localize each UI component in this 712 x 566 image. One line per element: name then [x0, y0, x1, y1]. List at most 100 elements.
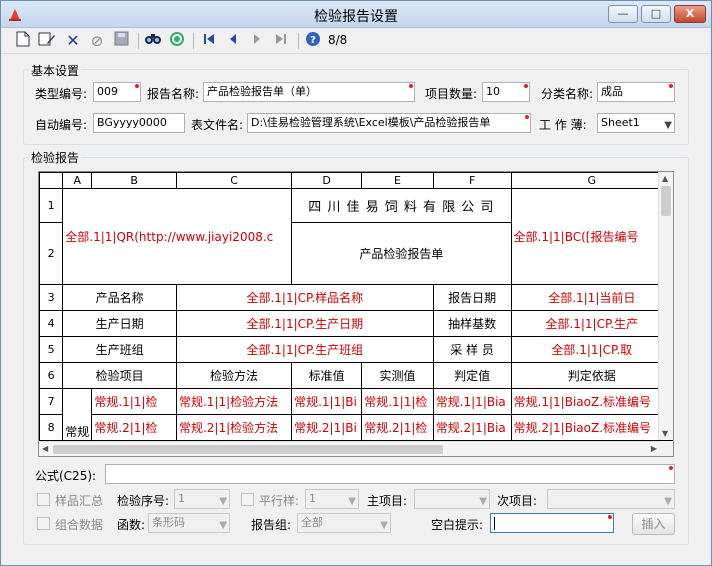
- combined-data-checkbox[interactable]: [37, 517, 50, 530]
- check-seq-select[interactable]: 1 ▼: [174, 489, 230, 509]
- sub-item-select[interactable]: ▼: [547, 489, 675, 509]
- close-button[interactable]: X: [674, 5, 706, 23]
- cell-value[interactable]: 全部.1|1|CP.生产班组: [175, 336, 434, 363]
- check-seq-label: 检验序号:: [117, 494, 170, 508]
- auto-code-input[interactable]: BGyyyy0000: [93, 113, 185, 133]
- cell-label[interactable]: 报告日期: [432, 284, 512, 311]
- save-icon[interactable]: [111, 31, 131, 51]
- cell-value[interactable]: 常规.2|1|Bia: [432, 414, 512, 441]
- item-count-input[interactable]: 10: [482, 82, 530, 102]
- vertical-scrollbar[interactable]: ▲ ▼: [658, 172, 673, 440]
- cell-column-title[interactable]: 标准值: [291, 362, 363, 389]
- first-record-icon[interactable]: [199, 31, 219, 51]
- scroll-left-icon[interactable]: ◀: [42, 444, 48, 453]
- cell-label[interactable]: 生产班组: [62, 336, 177, 363]
- col-header[interactable]: A: [62, 172, 93, 189]
- cell-column-title[interactable]: 判定值: [432, 362, 512, 389]
- cell-value[interactable]: 常规.2|1|检: [91, 414, 177, 441]
- row-header[interactable]: 6: [39, 362, 64, 389]
- col-header[interactable]: B: [91, 172, 177, 189]
- next-record-icon[interactable]: [247, 31, 267, 51]
- report-group-select[interactable]: 全部 ▼: [297, 513, 391, 533]
- cell-value[interactable]: 全部.1|1|CP.生产日期: [175, 310, 434, 337]
- cell-value[interactable]: 常规.2|1|检: [361, 414, 434, 441]
- blank-hint-input[interactable]: [490, 513, 614, 533]
- row-header[interactable]: 3: [39, 284, 64, 311]
- parallel-select[interactable]: 1 ▼: [305, 489, 359, 509]
- vertical-scroll-thumb[interactable]: [661, 186, 671, 216]
- col-header[interactable]: E: [361, 172, 434, 189]
- type-code-input[interactable]: 009: [93, 82, 141, 102]
- main-item-select[interactable]: ▼: [414, 489, 490, 509]
- row-header[interactable]: 5: [39, 336, 64, 363]
- cell-column-title[interactable]: 实测值: [361, 362, 434, 389]
- find-icon[interactable]: [143, 31, 163, 51]
- row-header[interactable]: 1: [39, 188, 64, 223]
- col-header[interactable]: C: [175, 172, 293, 189]
- horizontal-scroll-thumb[interactable]: [53, 445, 443, 454]
- cell-label[interactable]: 产品名称: [62, 284, 177, 311]
- cell-company-name[interactable]: 四 川 佳 易 饲 料 有 限 公 司: [291, 188, 512, 223]
- cell-column-title[interactable]: 检验方法: [175, 362, 293, 389]
- cell-value[interactable]: 全部.1|1|CP.生产: [510, 310, 673, 337]
- report-spreadsheet[interactable]: A B C D E F G 1 全部.1|1|QR(http://www.jia…: [38, 171, 674, 457]
- minimize-button[interactable]: —: [608, 5, 638, 23]
- formula-label: 公式(C25):: [35, 469, 97, 483]
- file-name-input[interactable]: D:\佳易检验管理系统\Excel模板\产品检验报告单: [247, 113, 531, 133]
- report-name-input[interactable]: 产品检验报告单（单）: [203, 82, 415, 102]
- category-input[interactable]: 成品: [597, 82, 675, 102]
- help-icon[interactable]: ?: [303, 31, 323, 51]
- prev-record-icon[interactable]: [223, 31, 243, 51]
- row-header[interactable]: 4: [39, 310, 64, 337]
- cell-value[interactable]: 全部.1|1|CP.取: [510, 336, 673, 363]
- insert-button[interactable]: 插入: [632, 513, 675, 535]
- scroll-down-icon[interactable]: ▼: [662, 429, 668, 438]
- cell-value[interactable]: 常规.2|1|BiaoZ.标准编号: [510, 414, 673, 441]
- horizontal-scrollbar[interactable]: ◀ ▶: [39, 441, 660, 456]
- scroll-right-icon[interactable]: ▶: [651, 444, 657, 453]
- cell-report-title[interactable]: 产品检验报告单: [291, 222, 512, 285]
- cell-value[interactable]: 常规.1|1|检: [91, 388, 177, 415]
- sheet-select[interactable]: Sheet1 ▼: [597, 113, 675, 133]
- cell-value[interactable]: 常规.2|1|Bi: [291, 414, 363, 441]
- last-record-icon[interactable]: [271, 31, 291, 51]
- sheet-label: 工 作 薄:: [539, 118, 587, 132]
- sample-summary-checkbox[interactable]: [37, 493, 50, 506]
- row-header[interactable]: 8: [39, 414, 64, 441]
- cell-qr-code[interactable]: 全部.1|1|QR(http://www.jiayi2008.c: [62, 188, 293, 285]
- maximize-button[interactable]: □: [641, 5, 671, 23]
- scroll-up-icon[interactable]: ▲: [662, 174, 668, 183]
- cell-column-title[interactable]: 检验项目: [62, 362, 177, 389]
- cell-value[interactable]: 常规.1|1|BiaoZ.标准编号: [510, 388, 673, 415]
- row-header[interactable]: 7: [39, 388, 64, 415]
- cell-group-label[interactable]: 常规: [62, 388, 93, 441]
- parallel-checkbox[interactable]: [241, 493, 254, 506]
- cell-value[interactable]: 常规.1|1|Bia: [432, 388, 512, 415]
- edit-icon[interactable]: [37, 31, 57, 51]
- check-seq-value: 1: [178, 492, 185, 505]
- col-header[interactable]: G: [510, 172, 673, 189]
- svg-text:?: ?: [310, 35, 316, 46]
- refresh-icon[interactable]: [167, 31, 187, 51]
- cell-label[interactable]: 抽样基数: [432, 310, 512, 337]
- cell-column-title[interactable]: 判定依据: [510, 362, 673, 389]
- cell-label[interactable]: 生产日期: [62, 310, 177, 337]
- cell-label[interactable]: 采 样 员: [432, 336, 512, 363]
- cell-value[interactable]: 全部.1|1|当前日: [510, 284, 673, 311]
- cell-barcode[interactable]: 全部.1|1|BC([报告编号: [510, 188, 673, 285]
- delete-icon[interactable]: ✕: [63, 31, 83, 51]
- cell-value[interactable]: 常规.1|1|Bi: [291, 388, 363, 415]
- cell-value[interactable]: 全部.1|1|CP.样品名称: [175, 284, 434, 311]
- function-select[interactable]: 条形码 ▼: [148, 513, 230, 533]
- cell-value[interactable]: 常规.2|1|检验方法: [175, 414, 293, 441]
- row-header[interactable]: 2: [39, 222, 64, 285]
- cancel-icon[interactable]: ⊘: [87, 31, 107, 51]
- formula-input[interactable]: [105, 464, 675, 484]
- col-header[interactable]: F: [432, 172, 512, 189]
- sheet-select-value: Sheet1: [601, 116, 640, 129]
- new-icon[interactable]: [13, 31, 33, 51]
- cell-value[interactable]: 常规.1|1|检: [361, 388, 434, 415]
- record-counter: 8/8: [328, 33, 348, 47]
- cell-value[interactable]: 常规.1|1|检验方法: [175, 388, 293, 415]
- col-header[interactable]: D: [291, 172, 363, 189]
